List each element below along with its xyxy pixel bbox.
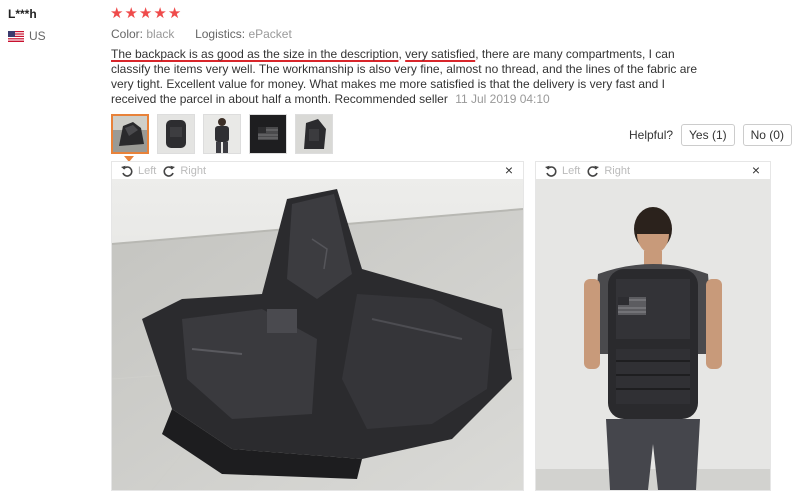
star-icon: ★ [153,5,167,22]
color-label: Color: [111,27,144,41]
us-flag-icon [8,30,24,42]
review-text-highlight-1: The backpack is as good as the size in t… [111,47,399,61]
rotate-left-button[interactable]: Left [120,164,156,178]
color-value: black [146,27,175,41]
logistics-label: Logistics: [195,27,246,41]
open-backpack-photo [112,179,523,490]
reviewer-name: L***h [8,7,37,21]
thumbnail-3-person-wearing[interactable] [203,114,241,154]
star-icon: ★ [110,5,124,22]
reviewer-country: US [8,29,46,43]
viewer-toolbar: Left Right × [536,162,770,179]
star-rating: ★ ★ ★ ★ ★ [110,6,181,22]
rotate-right-button[interactable]: Right [162,164,206,178]
person-wearing-backpack-photo [536,179,770,490]
logistics-value: ePacket [248,27,292,41]
country-code: US [29,29,46,43]
star-icon: ★ [138,5,153,22]
image-viewer-2: Left Right × [535,161,771,491]
rotate-left-icon [121,165,133,177]
thumbnail-strip [111,114,333,154]
thumbnail-5-backpack-side[interactable] [295,114,333,154]
close-viewer-button[interactable]: × [505,162,513,179]
rotate-right-button[interactable]: Right [586,164,630,178]
image-viewer-1: Left Right × [111,161,524,491]
order-meta: Color: black Logistics: ePacket [111,27,292,41]
helpful-label: Helpful? [629,128,674,142]
review-card: L***h US ★ ★ ★ ★ ★ Color: black Logistic… [0,0,800,503]
helpful-no-button[interactable]: No (0) [742,124,792,146]
rotate-right-icon [163,165,176,177]
thumbnail-4-flag-patch[interactable] [249,114,287,154]
thumbnail-2-backpack-front[interactable] [157,114,195,154]
helpful-vote: Helpful? Yes (1) No (0) [629,124,792,146]
rotate-left-button[interactable]: Left [544,164,580,178]
thumbnail-1-open-backpack[interactable] [111,114,149,154]
viewer-toolbar: Left Right × [112,162,523,179]
helpful-yes-button[interactable]: Yes (1) [681,124,735,146]
star-icon: ★ [124,5,138,22]
review-date: 11 Jul 2019 04:10 [455,92,550,106]
close-viewer-button[interactable]: × [752,162,760,179]
rotate-left-icon [545,165,557,177]
rotate-right-icon [587,165,600,177]
review-text: The backpack is as good as the size in t… [111,47,698,106]
star-icon: ★ [167,5,182,22]
review-text-highlight-2: very satisfied [405,47,476,61]
